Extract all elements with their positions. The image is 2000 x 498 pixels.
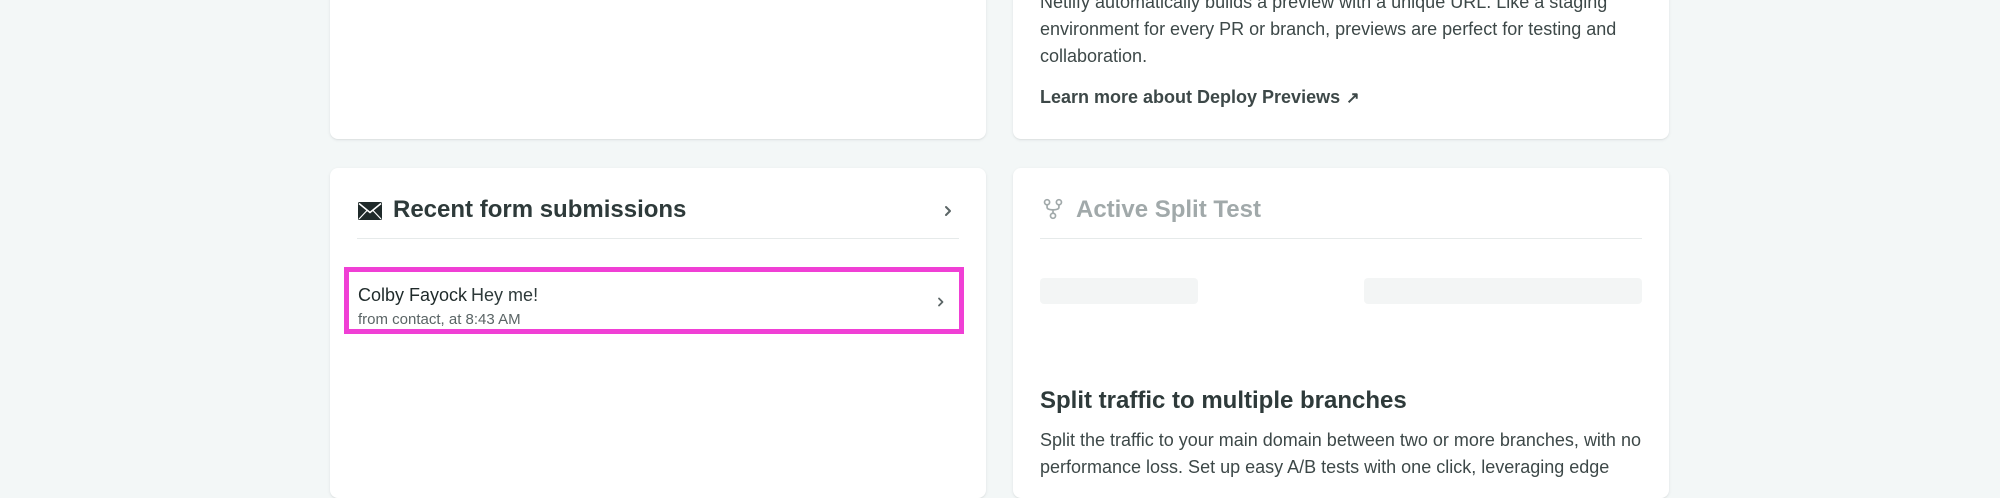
card-deploy-previews: Netlify automatically builds a preview w… xyxy=(1013,0,1669,139)
chevron-right-icon[interactable] xyxy=(941,204,955,218)
arrow-up-right-icon: ↗ xyxy=(1346,90,1360,107)
submission-sender-name: Colby Fayock xyxy=(358,285,468,305)
forms-card-header[interactable]: Recent form submissions xyxy=(357,184,959,239)
split-traffic-description: Split the traffic to your main domain be… xyxy=(1040,430,1641,477)
card-recent-form-submissions: Recent form submissions Colby Fayock Hey … xyxy=(330,168,986,498)
card-previous-left xyxy=(330,0,986,139)
loading-placeholder xyxy=(1364,278,1642,304)
forms-card-title: Recent form submissions xyxy=(393,196,687,223)
learn-more-label: Learn more about Deploy Previews xyxy=(1040,87,1341,107)
chevron-right-icon xyxy=(938,297,944,307)
split-traffic-heading: Split traffic to multiple branches xyxy=(1040,387,1407,414)
branch-fork-icon xyxy=(1043,198,1063,220)
card-active-split-test: Active Split Test Split traffic to multi… xyxy=(1013,168,1669,498)
form-submission-row[interactable]: Colby Fayock Hey me! from contact, at 8:4… xyxy=(344,267,964,334)
loading-placeholder xyxy=(1040,278,1198,304)
submission-message: Hey me! xyxy=(471,285,539,305)
learn-more-deploy-previews-link[interactable]: Learn more about Deploy Previews ↗ xyxy=(1040,87,1360,108)
submission-meta: from contact, at 8:43 AM xyxy=(358,311,521,328)
split-test-card-title: Active Split Test xyxy=(1076,196,1261,223)
deploy-previews-description: Netlify automatically builds a preview w… xyxy=(1040,0,1617,66)
envelope-icon xyxy=(358,202,382,220)
split-test-card-header: Active Split Test xyxy=(1040,184,1642,239)
